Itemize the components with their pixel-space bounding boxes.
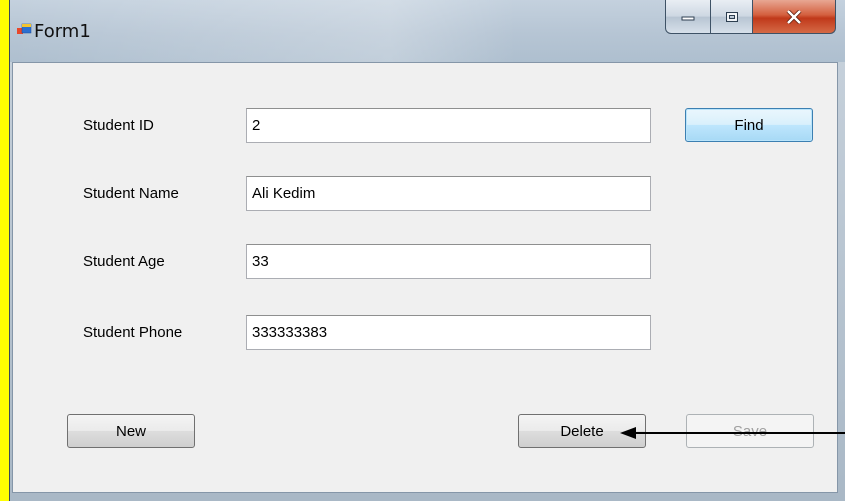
save-button[interactable]: Save bbox=[686, 414, 814, 448]
student-age-field[interactable] bbox=[246, 244, 651, 279]
student-name-label: Student Name bbox=[83, 185, 179, 202]
student-id-field[interactable] bbox=[246, 108, 651, 143]
maximize-button[interactable] bbox=[711, 0, 753, 34]
delete-button[interactable]: Delete bbox=[518, 414, 646, 448]
close-icon bbox=[786, 9, 802, 24]
minimize-icon bbox=[681, 16, 695, 20]
student-name-field[interactable] bbox=[246, 176, 651, 211]
form-app-icon bbox=[17, 23, 32, 34]
student-id-label: Student ID bbox=[83, 117, 154, 134]
find-button[interactable]: Find bbox=[685, 108, 813, 142]
maximize-icon bbox=[725, 11, 738, 22]
new-button[interactable]: New bbox=[67, 414, 195, 448]
minimize-button[interactable] bbox=[665, 0, 711, 34]
close-button[interactable] bbox=[753, 0, 836, 34]
student-age-label: Student Age bbox=[83, 253, 165, 270]
form-client-area: Student ID Student Name Student Age Stud… bbox=[12, 62, 838, 493]
student-phone-label: Student Phone bbox=[83, 324, 183, 341]
title-bar[interactable]: Form1 bbox=[10, 0, 845, 62]
student-phone-field[interactable] bbox=[246, 315, 651, 350]
window-title: Form1 bbox=[34, 21, 91, 42]
app-window: Form1 Student ID Student Name Student Ag… bbox=[9, 0, 845, 501]
